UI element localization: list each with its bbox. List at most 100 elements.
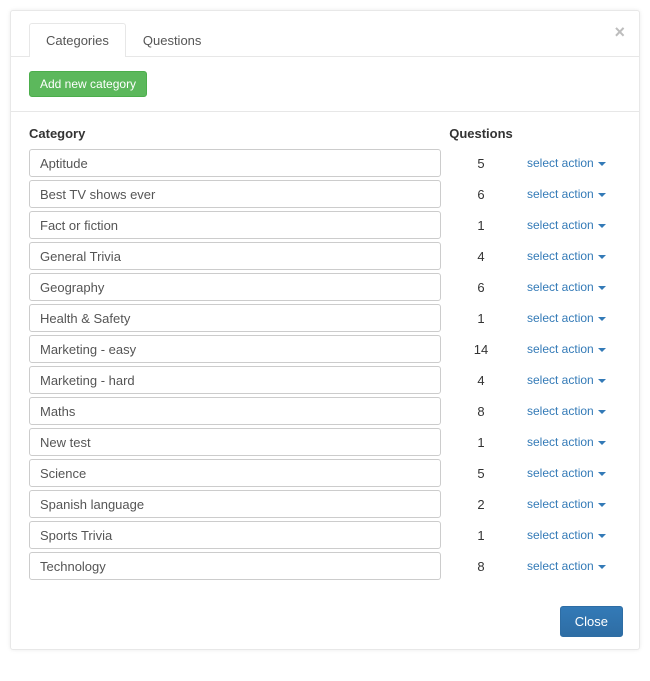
caret-down-icon — [598, 348, 606, 352]
table-row: 1 select action — [29, 304, 621, 332]
question-count: 5 — [441, 156, 521, 171]
category-name-input[interactable] — [29, 459, 441, 487]
tab-label: Questions — [143, 33, 202, 48]
category-name-input[interactable] — [29, 149, 441, 177]
select-action-dropdown[interactable]: select action — [521, 528, 621, 542]
header-questions: Questions — [441, 126, 521, 141]
table-row: 4 select action — [29, 242, 621, 270]
action-label: select action — [527, 404, 594, 418]
tab-questions[interactable]: Questions — [126, 23, 219, 57]
category-name-input[interactable] — [29, 521, 441, 549]
caret-down-icon — [598, 410, 606, 414]
caret-down-icon — [598, 441, 606, 445]
select-action-dropdown[interactable]: select action — [521, 311, 621, 325]
action-label: select action — [527, 559, 594, 573]
select-action-dropdown[interactable]: select action — [521, 342, 621, 356]
caret-down-icon — [598, 317, 606, 321]
action-label: select action — [527, 528, 594, 542]
table-row: 5 select action — [29, 149, 621, 177]
action-label: select action — [527, 156, 594, 170]
select-action-dropdown[interactable]: select action — [521, 187, 621, 201]
caret-down-icon — [598, 224, 606, 228]
select-action-dropdown[interactable]: select action — [521, 404, 621, 418]
table-row: 8 select action — [29, 397, 621, 425]
question-count: 1 — [441, 435, 521, 450]
caret-down-icon — [598, 286, 606, 290]
select-action-dropdown[interactable]: select action — [521, 218, 621, 232]
button-label: Add new category — [40, 77, 136, 91]
action-label: select action — [527, 373, 594, 387]
select-action-dropdown[interactable]: select action — [521, 249, 621, 263]
category-name-input[interactable] — [29, 304, 441, 332]
table-header: Category Questions — [29, 120, 621, 149]
table-row: 4 select action — [29, 366, 621, 394]
table-row: 6 select action — [29, 180, 621, 208]
table-row: 8 select action — [29, 552, 621, 580]
tabs: Categories Questions — [11, 11, 639, 57]
table-row: 1 select action — [29, 211, 621, 239]
toolbar: Add new category — [11, 57, 639, 112]
tab-categories[interactable]: Categories — [29, 23, 126, 57]
action-label: select action — [527, 187, 594, 201]
category-name-input[interactable] — [29, 397, 441, 425]
action-label: select action — [527, 249, 594, 263]
table-row: 1 select action — [29, 428, 621, 456]
select-action-dropdown[interactable]: select action — [521, 559, 621, 573]
table-row: 5 select action — [29, 459, 621, 487]
question-count: 5 — [441, 466, 521, 481]
table-body: 5 select action 6 select action 1 select acti… — [29, 149, 621, 580]
caret-down-icon — [598, 472, 606, 476]
question-count: 1 — [441, 218, 521, 233]
question-count: 4 — [441, 249, 521, 264]
caret-down-icon — [598, 379, 606, 383]
select-action-dropdown[interactable]: select action — [521, 497, 621, 511]
category-name-input[interactable] — [29, 366, 441, 394]
action-label: select action — [527, 435, 594, 449]
modal-footer: Close — [560, 606, 623, 637]
table-row: 1 select action — [29, 521, 621, 549]
question-count: 4 — [441, 373, 521, 388]
tab-label: Categories — [46, 33, 109, 48]
action-label: select action — [527, 218, 594, 232]
caret-down-icon — [598, 534, 606, 538]
caret-down-icon — [598, 193, 606, 197]
question-count: 14 — [441, 342, 521, 357]
category-name-input[interactable] — [29, 273, 441, 301]
add-new-category-button[interactable]: Add new category — [29, 71, 147, 97]
header-category: Category — [29, 126, 441, 141]
action-label: select action — [527, 311, 594, 325]
select-action-dropdown[interactable]: select action — [521, 435, 621, 449]
categories-table: Category Questions 5 select action 6 select… — [11, 112, 639, 594]
close-button[interactable]: Close — [560, 606, 623, 637]
table-row: 2 select action — [29, 490, 621, 518]
category-name-input[interactable] — [29, 490, 441, 518]
question-count: 2 — [441, 497, 521, 512]
table-row: 6 select action — [29, 273, 621, 301]
caret-down-icon — [598, 255, 606, 259]
select-action-dropdown[interactable]: select action — [521, 280, 621, 294]
question-count: 8 — [441, 404, 521, 419]
question-count: 8 — [441, 559, 521, 574]
question-count: 6 — [441, 187, 521, 202]
question-count: 1 — [441, 311, 521, 326]
category-name-input[interactable] — [29, 180, 441, 208]
question-count: 1 — [441, 528, 521, 543]
action-label: select action — [527, 280, 594, 294]
select-action-dropdown[interactable]: select action — [521, 156, 621, 170]
category-name-input[interactable] — [29, 428, 441, 456]
category-name-input[interactable] — [29, 211, 441, 239]
category-name-input[interactable] — [29, 335, 441, 363]
categories-modal: × Categories Questions Add new category … — [10, 10, 640, 650]
action-label: select action — [527, 342, 594, 356]
action-label: select action — [527, 466, 594, 480]
select-action-dropdown[interactable]: select action — [521, 373, 621, 387]
button-label: Close — [575, 614, 608, 629]
select-action-dropdown[interactable]: select action — [521, 466, 621, 480]
category-name-input[interactable] — [29, 552, 441, 580]
category-name-input[interactable] — [29, 242, 441, 270]
close-icon[interactable]: × — [614, 23, 625, 41]
caret-down-icon — [598, 565, 606, 569]
action-label: select action — [527, 497, 594, 511]
table-row: 14 select action — [29, 335, 621, 363]
question-count: 6 — [441, 280, 521, 295]
